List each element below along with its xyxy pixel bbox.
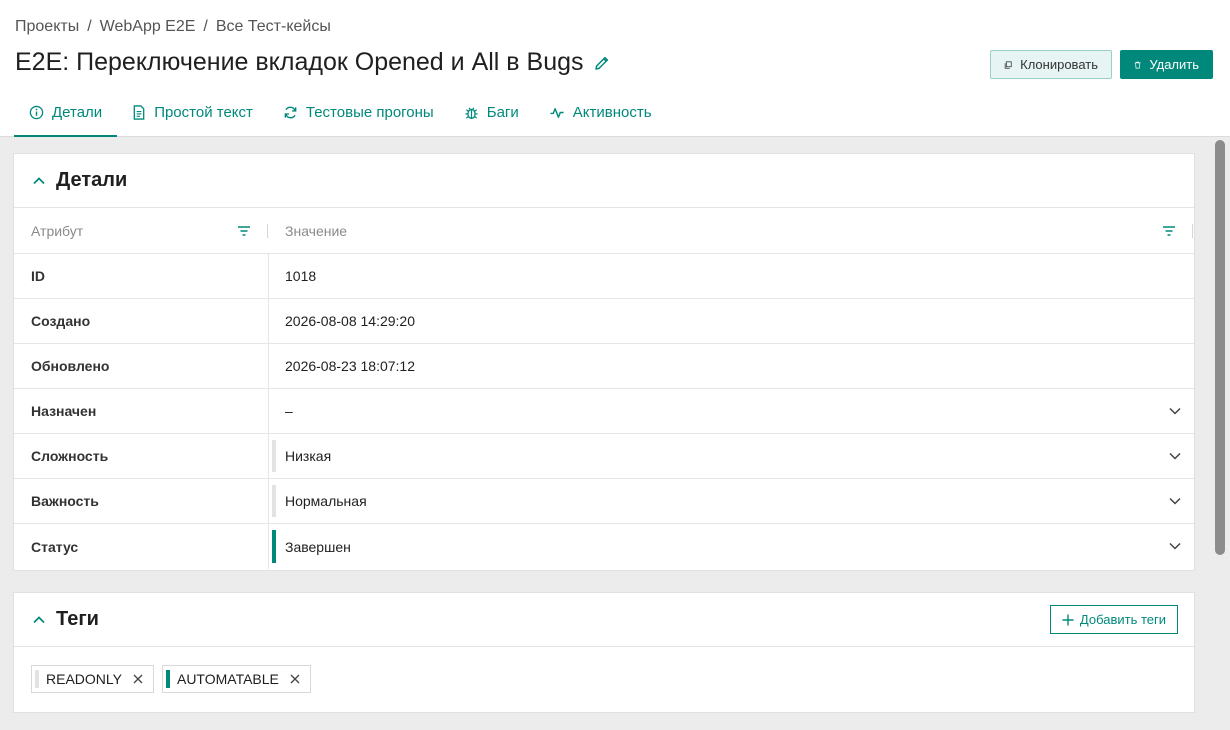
tag-label: AUTOMATABLE — [176, 671, 279, 687]
details-table: Атрибут Значение ID 1018 Создано 2026-08… — [14, 208, 1194, 569]
priority-indicator — [272, 485, 276, 517]
page-header: Проекты / WebApp E2E / Все Тест-кейсы E2… — [0, 0, 1230, 137]
row-value: 1018 — [285, 268, 317, 284]
chevron-down-icon[interactable] — [1168, 494, 1182, 508]
filter-icon[interactable] — [236, 223, 252, 239]
status-select[interactable]: Завершен — [269, 524, 1194, 569]
details-panel: Детали Атрибут Значение ID 1018 Создано … — [13, 153, 1195, 571]
column-header-attribute: Атрибут — [14, 208, 269, 253]
complexity-indicator — [272, 440, 276, 472]
tab-test-runs[interactable]: Тестовые прогоны — [268, 88, 449, 136]
chevron-up-icon[interactable] — [32, 613, 46, 627]
details-title: Детали — [56, 169, 128, 191]
add-tags-label: Добавить теги — [1079, 612, 1166, 627]
tab-label: Активность — [572, 103, 652, 121]
chevron-down-icon[interactable] — [1168, 539, 1182, 553]
document-icon — [133, 104, 145, 120]
row-value: 2026-08-08 14:29:20 — [285, 313, 415, 329]
pencil-icon[interactable] — [594, 49, 610, 70]
row-label: Важность — [14, 479, 269, 523]
tab-label: Детали — [52, 103, 103, 121]
page-title-container: E2E: Переключение вкладок Opened и All в… — [15, 48, 610, 77]
table-row: Создано 2026-08-08 14:29:20 — [14, 299, 1194, 344]
status-row[interactable]: Статус Завершен — [14, 524, 1194, 569]
plus-icon — [1062, 614, 1074, 625]
page-title: E2E: Переключение вкладок Opened и All в… — [15, 48, 584, 76]
breadcrumb: Проекты / WebApp E2E / Все Тест-кейсы — [15, 18, 331, 36]
tag-chip: AUTOMATABLE — [161, 665, 311, 693]
tab-label: Простой текст — [154, 103, 253, 121]
tab-bar: Детали Простой текст Тестовые прогоны Ба… — [14, 88, 667, 137]
tags-panel: Теги Добавить теги READONLY AUTOMATABLE — [13, 592, 1195, 713]
priority-select[interactable]: Нормальная — [269, 479, 1194, 523]
table-row: Обновлено 2026-08-23 18:07:12 — [14, 344, 1194, 389]
column-divider[interactable] — [267, 224, 268, 238]
breadcrumb-separator: / — [87, 18, 92, 35]
breadcrumb-projects[interactable]: Проекты — [15, 18, 79, 36]
row-value: 2026-08-23 18:07:12 — [285, 358, 415, 374]
chevron-down-icon[interactable] — [1168, 404, 1182, 418]
tab-details[interactable]: Детали — [14, 88, 118, 137]
copy-icon — [1004, 60, 1012, 69]
row-label: ID — [14, 254, 269, 298]
bug-icon — [465, 106, 478, 119]
priority-value: Нормальная — [285, 493, 367, 509]
info-icon — [29, 105, 44, 119]
column-header-value-label: Значение — [285, 222, 348, 239]
trash-icon — [1134, 61, 1141, 68]
row-label: Назначен — [14, 389, 269, 433]
row-label: Обновлено — [14, 344, 269, 388]
tab-bugs[interactable]: Баги — [449, 88, 534, 136]
complexity-value: Низкая — [285, 448, 332, 464]
complexity-row[interactable]: Сложность Низкая — [14, 434, 1194, 479]
close-icon[interactable] — [290, 674, 300, 684]
tab-activity[interactable]: Активность — [534, 88, 667, 136]
filter-icon[interactable] — [1161, 223, 1177, 239]
breadcrumb-test-cases[interactable]: Все Тест-кейсы — [216, 18, 331, 36]
assignee-select[interactable]: – — [269, 389, 1194, 433]
main-content: Детали Атрибут Значение ID 1018 Создано … — [0, 137, 1230, 730]
clone-button[interactable]: Клонировать — [990, 50, 1112, 79]
tags-title: Теги — [56, 608, 99, 630]
table-row: ID 1018 — [14, 254, 1194, 299]
clone-button-label: Клонировать — [1020, 57, 1098, 72]
assignee-row[interactable]: Назначен – — [14, 389, 1194, 434]
table-header-row: Атрибут Значение — [14, 208, 1194, 254]
details-panel-header[interactable]: Детали — [14, 154, 1194, 208]
chevron-down-icon[interactable] — [1168, 449, 1182, 463]
activity-icon — [550, 107, 564, 118]
breadcrumb-project[interactable]: WebApp E2E — [100, 18, 196, 36]
assignee-value: – — [285, 403, 293, 419]
tag-chip: READONLY — [31, 665, 154, 693]
column-header-value: Значение — [269, 208, 1194, 253]
tab-plain-text[interactable]: Простой текст — [117, 88, 268, 136]
priority-row[interactable]: Важность Нормальная — [14, 479, 1194, 524]
tab-label: Тестовые прогоны — [305, 103, 434, 121]
tag-label: READONLY — [46, 671, 122, 687]
tag-indicator — [165, 670, 170, 688]
row-label: Сложность — [14, 434, 269, 478]
status-value: Завершен — [285, 538, 351, 555]
tags-panel-header[interactable]: Теги Добавить теги — [14, 593, 1194, 647]
tag-list: READONLY AUTOMATABLE — [31, 665, 319, 693]
status-indicator — [272, 530, 276, 563]
tab-label: Баги — [486, 103, 519, 121]
delete-button[interactable]: Удалить — [1120, 50, 1213, 79]
row-label: Создано — [14, 299, 269, 343]
refresh-icon — [284, 106, 297, 118]
close-icon[interactable] — [133, 674, 143, 684]
tag-indicator — [35, 670, 39, 688]
delete-button-label: Удалить — [1149, 57, 1199, 72]
row-label: Статус — [14, 524, 269, 569]
add-tags-button[interactable]: Добавить теги — [1049, 605, 1178, 634]
breadcrumb-separator: / — [203, 18, 208, 35]
column-header-attribute-label: Атрибут — [31, 222, 84, 239]
column-divider[interactable] — [1192, 224, 1193, 238]
complexity-select[interactable]: Низкая — [269, 434, 1194, 478]
scrollbar-thumb[interactable] — [1215, 140, 1225, 555]
chevron-up-icon[interactable] — [32, 174, 46, 188]
